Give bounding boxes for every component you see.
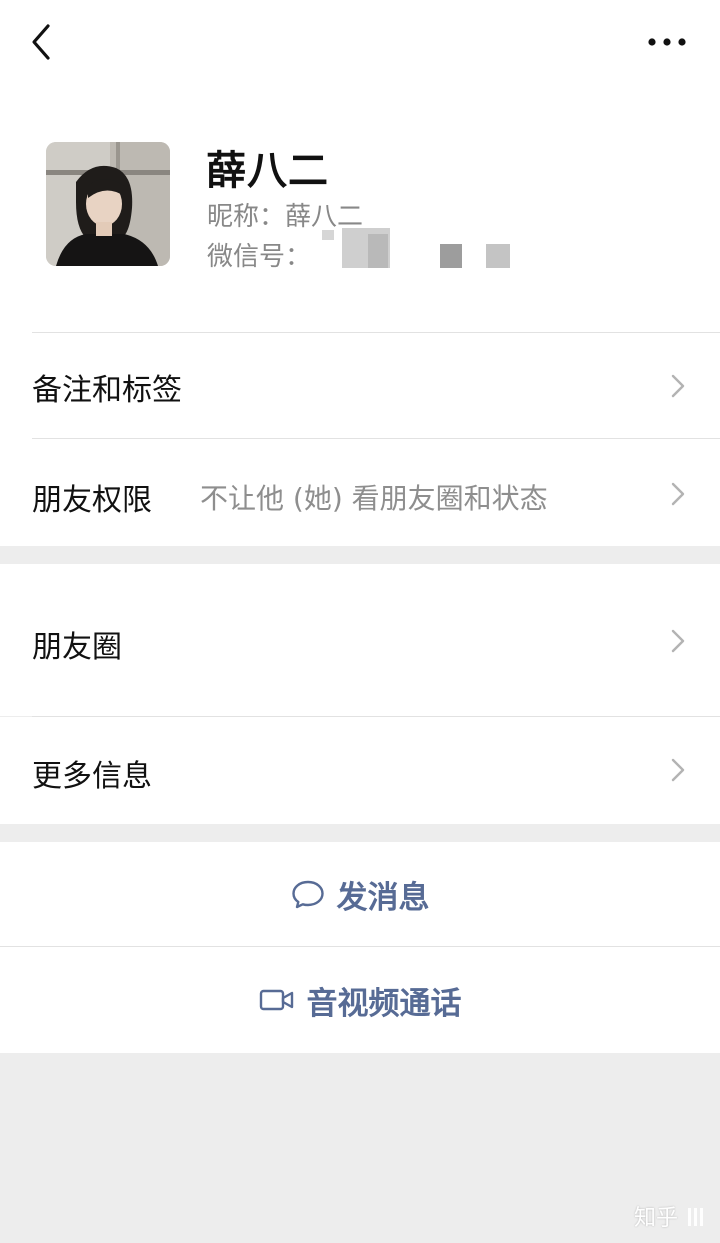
more-info-row[interactable]: 更多信息 [0, 717, 720, 824]
remarks-tags-label: 备注和标签 [32, 373, 182, 408]
remarks-tags-row[interactable]: 备注和标签 [0, 333, 720, 438]
more-dots-icon [648, 38, 686, 46]
avatar-photo [46, 142, 170, 266]
video-call-label: 音视频通话 [306, 985, 462, 1022]
nav-bar [0, 0, 720, 90]
send-message-button[interactable]: 发消息 [0, 842, 720, 946]
profile-header: 薛八二 昵称：薛八二 微信号： [46, 140, 696, 273]
wechat-id-redacted [486, 244, 510, 268]
contact-profile-screen: 薛八二 昵称：薛八二 微信号： 备注和标签 朋友权限 不让他 (她) 看朋友圈和… [0, 0, 720, 1243]
chevron-right-icon [671, 758, 685, 782]
watermark-logo-icon [688, 1208, 704, 1226]
wechat-id-line: 微信号： [207, 236, 311, 273]
chat-bubble-icon [291, 880, 324, 909]
wechat-id-redacted [440, 244, 462, 268]
back-button[interactable] [22, 18, 62, 66]
back-arrow-icon [32, 24, 50, 60]
more-info-label: 更多信息 [32, 759, 152, 794]
wechat-id-label: 微信号： [207, 242, 312, 272]
friend-permissions-label: 朋友权限 [32, 483, 152, 518]
avatar[interactable] [46, 142, 170, 266]
moments-label: 朋友圈 [32, 630, 122, 665]
friend-permissions-row[interactable]: 朋友权限 不让他 (她) 看朋友圈和状态 [0, 439, 720, 546]
video-call-button[interactable]: 音视频通话 [0, 947, 720, 1053]
wechat-id-redacted [368, 234, 388, 268]
nickname-label: 昵称： [207, 202, 286, 232]
chevron-right-icon [671, 629, 685, 653]
send-message-label: 发消息 [336, 879, 430, 916]
watermark-text: 知乎 [634, 1206, 679, 1231]
chevron-right-icon [671, 374, 685, 398]
friend-permissions-value: 不让他 (她) 看朋友圈和状态 [200, 482, 548, 515]
chevron-right-icon [671, 482, 685, 506]
watermark: 知乎 [634, 1200, 707, 1232]
moments-row[interactable]: 朋友圈 [0, 564, 720, 716]
wechat-id-redacted [322, 230, 334, 240]
nickname-line: 昵称：薛八二 [207, 196, 363, 233]
contact-name: 薛八二 [206, 148, 329, 194]
more-button[interactable] [640, 24, 696, 60]
video-camera-icon [259, 989, 293, 1011]
